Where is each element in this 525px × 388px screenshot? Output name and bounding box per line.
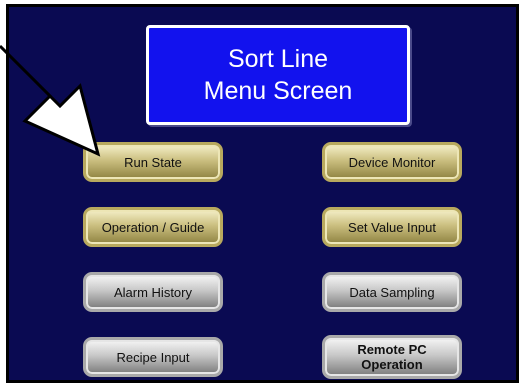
remote-pc-operation-label: Remote PC Operation (357, 342, 426, 372)
alarm-history-label: Alarm History (113, 284, 192, 300)
recipe-input-label: Recipe Input (116, 349, 190, 365)
operation-guide-button[interactable]: Operation / Guide (83, 207, 223, 247)
data-sampling-label: Data Sampling (349, 284, 435, 300)
remote-pc-label-line-2: Operation (361, 357, 423, 372)
device-monitor-button[interactable]: Device Monitor (322, 142, 462, 182)
data-sampling-button[interactable]: Data Sampling (322, 272, 462, 312)
remote-pc-operation-button[interactable]: Remote PC Operation (322, 335, 462, 379)
set-value-input-button[interactable]: Set Value Input (322, 207, 462, 247)
recipe-input-button[interactable]: Recipe Input (83, 337, 223, 377)
operation-guide-label: Operation / Guide (101, 219, 205, 235)
set-value-input-label: Set Value Input (348, 219, 436, 235)
title-line-1: Sort Line (227, 45, 329, 73)
menu-title-panel: Sort Line Menu Screen (146, 25, 410, 125)
run-state-label: Run State (124, 154, 182, 170)
alarm-history-button[interactable]: Alarm History (83, 272, 223, 312)
remote-pc-label-line-1: Remote PC (357, 342, 427, 357)
pointer-arrow-icon (0, 44, 101, 157)
device-monitor-label: Device Monitor (348, 154, 436, 170)
title-line-2: Menu Screen (203, 77, 353, 105)
